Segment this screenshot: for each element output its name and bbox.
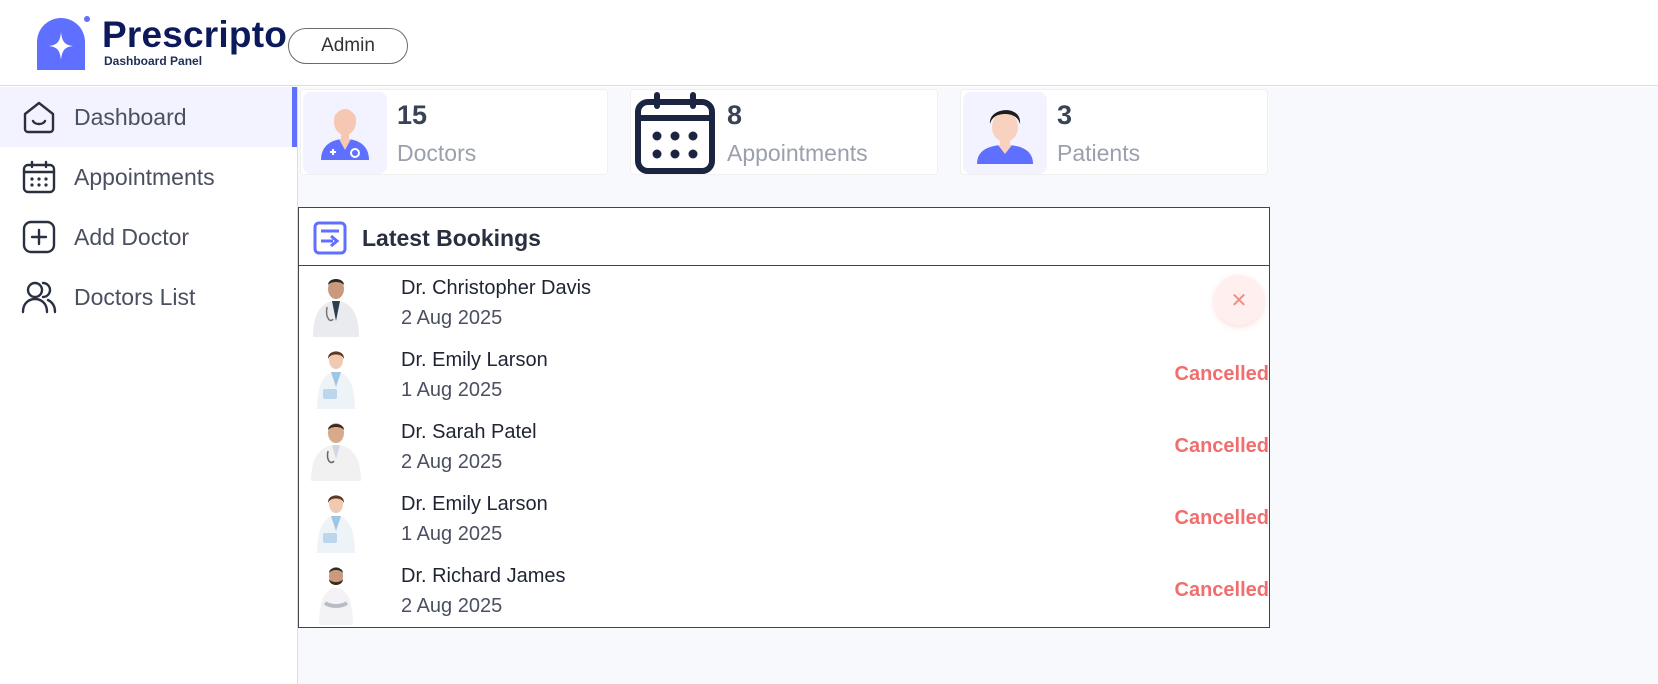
doctor-avatar — [313, 279, 359, 337]
cancel-icon[interactable]: ✕ — [1214, 275, 1264, 325]
status-badge: Cancelled — [1174, 507, 1269, 529]
booking-date: 1 Aug 2025 — [401, 379, 503, 401]
calendar-icon — [20, 158, 58, 196]
main-content: 15 Doctors 8 Appointments 3 Patients Lat… — [298, 87, 1658, 684]
booking-date: 2 Aug 2025 — [401, 595, 503, 617]
stat-value: 8 — [727, 100, 743, 130]
booking-row[interactable]: Dr. Christopher Davis 2 Aug 2025 ✕ — [299, 267, 1269, 339]
sidebar-item-add-doctor[interactable]: Add Doctor — [0, 207, 297, 267]
stat-card-doctors[interactable]: 15 Doctors — [300, 89, 608, 175]
stat-value: 3 — [1057, 100, 1073, 130]
status-badge: Cancelled — [1174, 363, 1269, 385]
status-badge: Cancelled — [1174, 579, 1269, 601]
sidebar-item-dashboard[interactable]: Dashboard — [0, 87, 297, 147]
calendar-icon — [633, 92, 717, 174]
booking-row[interactable]: Dr. Emily Larson 1 Aug 2025 Cancelled — [299, 339, 1269, 411]
sidebar-item-doctors-list[interactable]: Doctors List — [0, 267, 297, 327]
booking-date: 2 Aug 2025 — [401, 451, 503, 473]
brand-name[interactable]: Prescripto — [102, 14, 287, 56]
doctor-name: Dr. Sarah Patel — [401, 421, 537, 443]
doctor-name: Dr. Christopher Davis — [401, 277, 592, 299]
brand-subtitle: Dashboard Panel — [104, 54, 203, 68]
stat-card-patients[interactable]: 3 Patients — [960, 89, 1268, 175]
sidebar-item-label: Appointments — [74, 163, 215, 190]
doctor-avatar — [319, 567, 353, 625]
panel-header: Latest Bookings — [299, 208, 1269, 266]
latest-bookings-panel: Latest Bookings Dr. Christopher Davis 2 … — [298, 207, 1270, 628]
sidebar-item-appointments[interactable]: Appointments — [0, 147, 297, 207]
sparkle-logo-icon[interactable] — [35, 16, 91, 72]
doctor-name: Dr. Richard James — [401, 565, 566, 587]
panel-title: Latest Bookings — [362, 225, 541, 251]
list-icon — [313, 221, 347, 255]
stat-label: Patients — [1057, 140, 1141, 166]
booking-row[interactable]: Dr. Richard James 2 Aug 2025 Cancelled — [299, 555, 1269, 627]
doctor-avatar — [317, 495, 355, 553]
stat-card-appointments[interactable]: 8 Appointments — [630, 89, 938, 175]
home-icon — [20, 98, 58, 136]
sidebar-item-label: Doctors List — [74, 283, 196, 310]
sidebar: Dashboard Appointments Add Doctor Doctor… — [0, 87, 298, 684]
doctor-icon — [303, 92, 387, 174]
stat-label: Doctors — [397, 140, 477, 166]
stat-label: Appointments — [727, 140, 868, 166]
booking-row[interactable]: Dr. Emily Larson 1 Aug 2025 Cancelled — [299, 483, 1269, 555]
top-bar: Prescripto Dashboard Panel Admin — [0, 0, 1658, 86]
doctor-name: Dr. Emily Larson — [401, 349, 548, 371]
add-square-icon — [20, 218, 58, 256]
status-badge: Cancelled — [1174, 435, 1269, 457]
sidebar-item-label: Dashboard — [74, 103, 187, 130]
role-badge: Admin — [288, 28, 408, 64]
people-icon — [20, 278, 58, 316]
doctor-avatar — [311, 423, 361, 481]
booking-row[interactable]: Dr. Sarah Patel 2 Aug 2025 Cancelled — [299, 411, 1269, 483]
booking-date: 2 Aug 2025 — [401, 307, 503, 329]
booking-date: 1 Aug 2025 — [401, 523, 503, 545]
doctor-avatar — [317, 351, 355, 409]
patient-icon — [963, 92, 1047, 174]
stat-value: 15 — [397, 100, 428, 130]
sidebar-item-label: Add Doctor — [74, 223, 190, 250]
doctor-name: Dr. Emily Larson — [401, 493, 548, 515]
